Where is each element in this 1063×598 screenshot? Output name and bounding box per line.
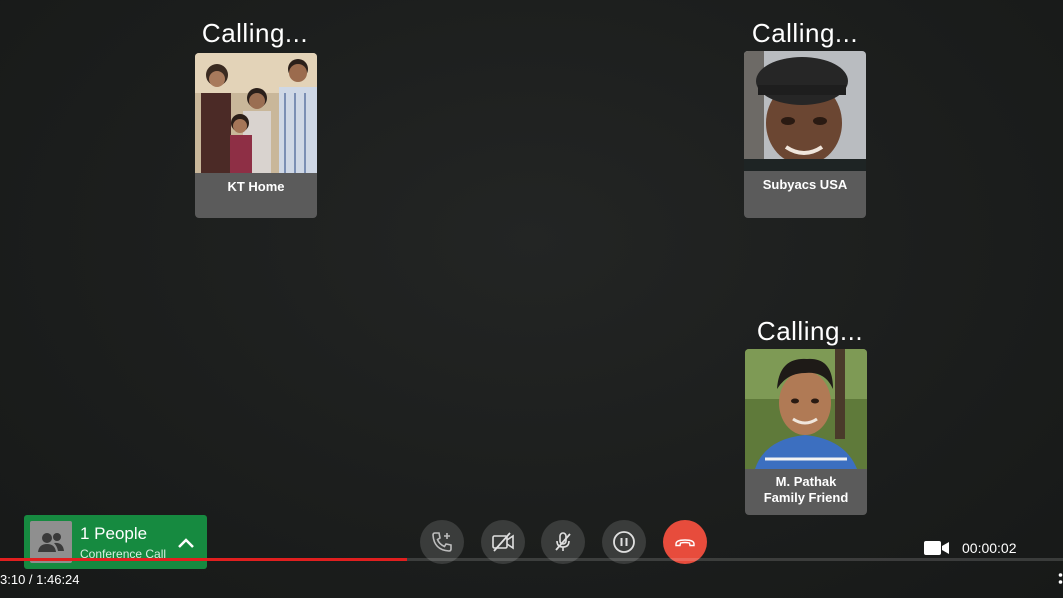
video-progress-bar[interactable] — [0, 558, 1063, 561]
participant-photo — [195, 53, 317, 173]
people-icon — [30, 521, 72, 563]
participant-photo — [745, 349, 867, 469]
mic-off-icon — [555, 532, 571, 551]
participant-card-subyacs-usa[interactable]: Subyacs USA — [744, 51, 866, 218]
call-duration: 00:00:02 — [962, 540, 1017, 556]
calling-status: Calling... — [751, 18, 859, 48]
chevron-up-icon[interactable] — [174, 531, 198, 555]
participant-name-line1: M. Pathak — [775, 474, 837, 489]
participant-card-m-pathak[interactable]: M. Pathak Family Friend — [745, 349, 867, 515]
video-off-icon — [492, 532, 514, 552]
hangup-icon — [675, 539, 695, 547]
calling-status: Calling... — [756, 316, 864, 346]
participant-name: M. Pathak Family Friend — [745, 469, 867, 506]
participant-photo — [744, 51, 866, 171]
participant-name-line2: Family Friend — [763, 490, 849, 505]
participant-name: KT Home — [227, 179, 285, 194]
phone-plus-icon — [432, 532, 452, 552]
pause-icon — [613, 531, 635, 553]
video-progress-fill — [0, 558, 408, 561]
video-camera-icon — [924, 541, 949, 555]
people-count: 1 People — [80, 524, 148, 543]
video-time-display: 3:10 / 1:46:24 — [0, 572, 80, 587]
video-call-screen: Calling... KT Home Calling... Subyacs US… — [0, 0, 1063, 598]
calling-status: Calling... — [201, 18, 309, 48]
participant-name: Subyacs USA — [762, 177, 848, 192]
participant-card-kt-home[interactable]: KT Home — [195, 53, 317, 218]
more-options-icon[interactable] — [1058, 572, 1063, 586]
